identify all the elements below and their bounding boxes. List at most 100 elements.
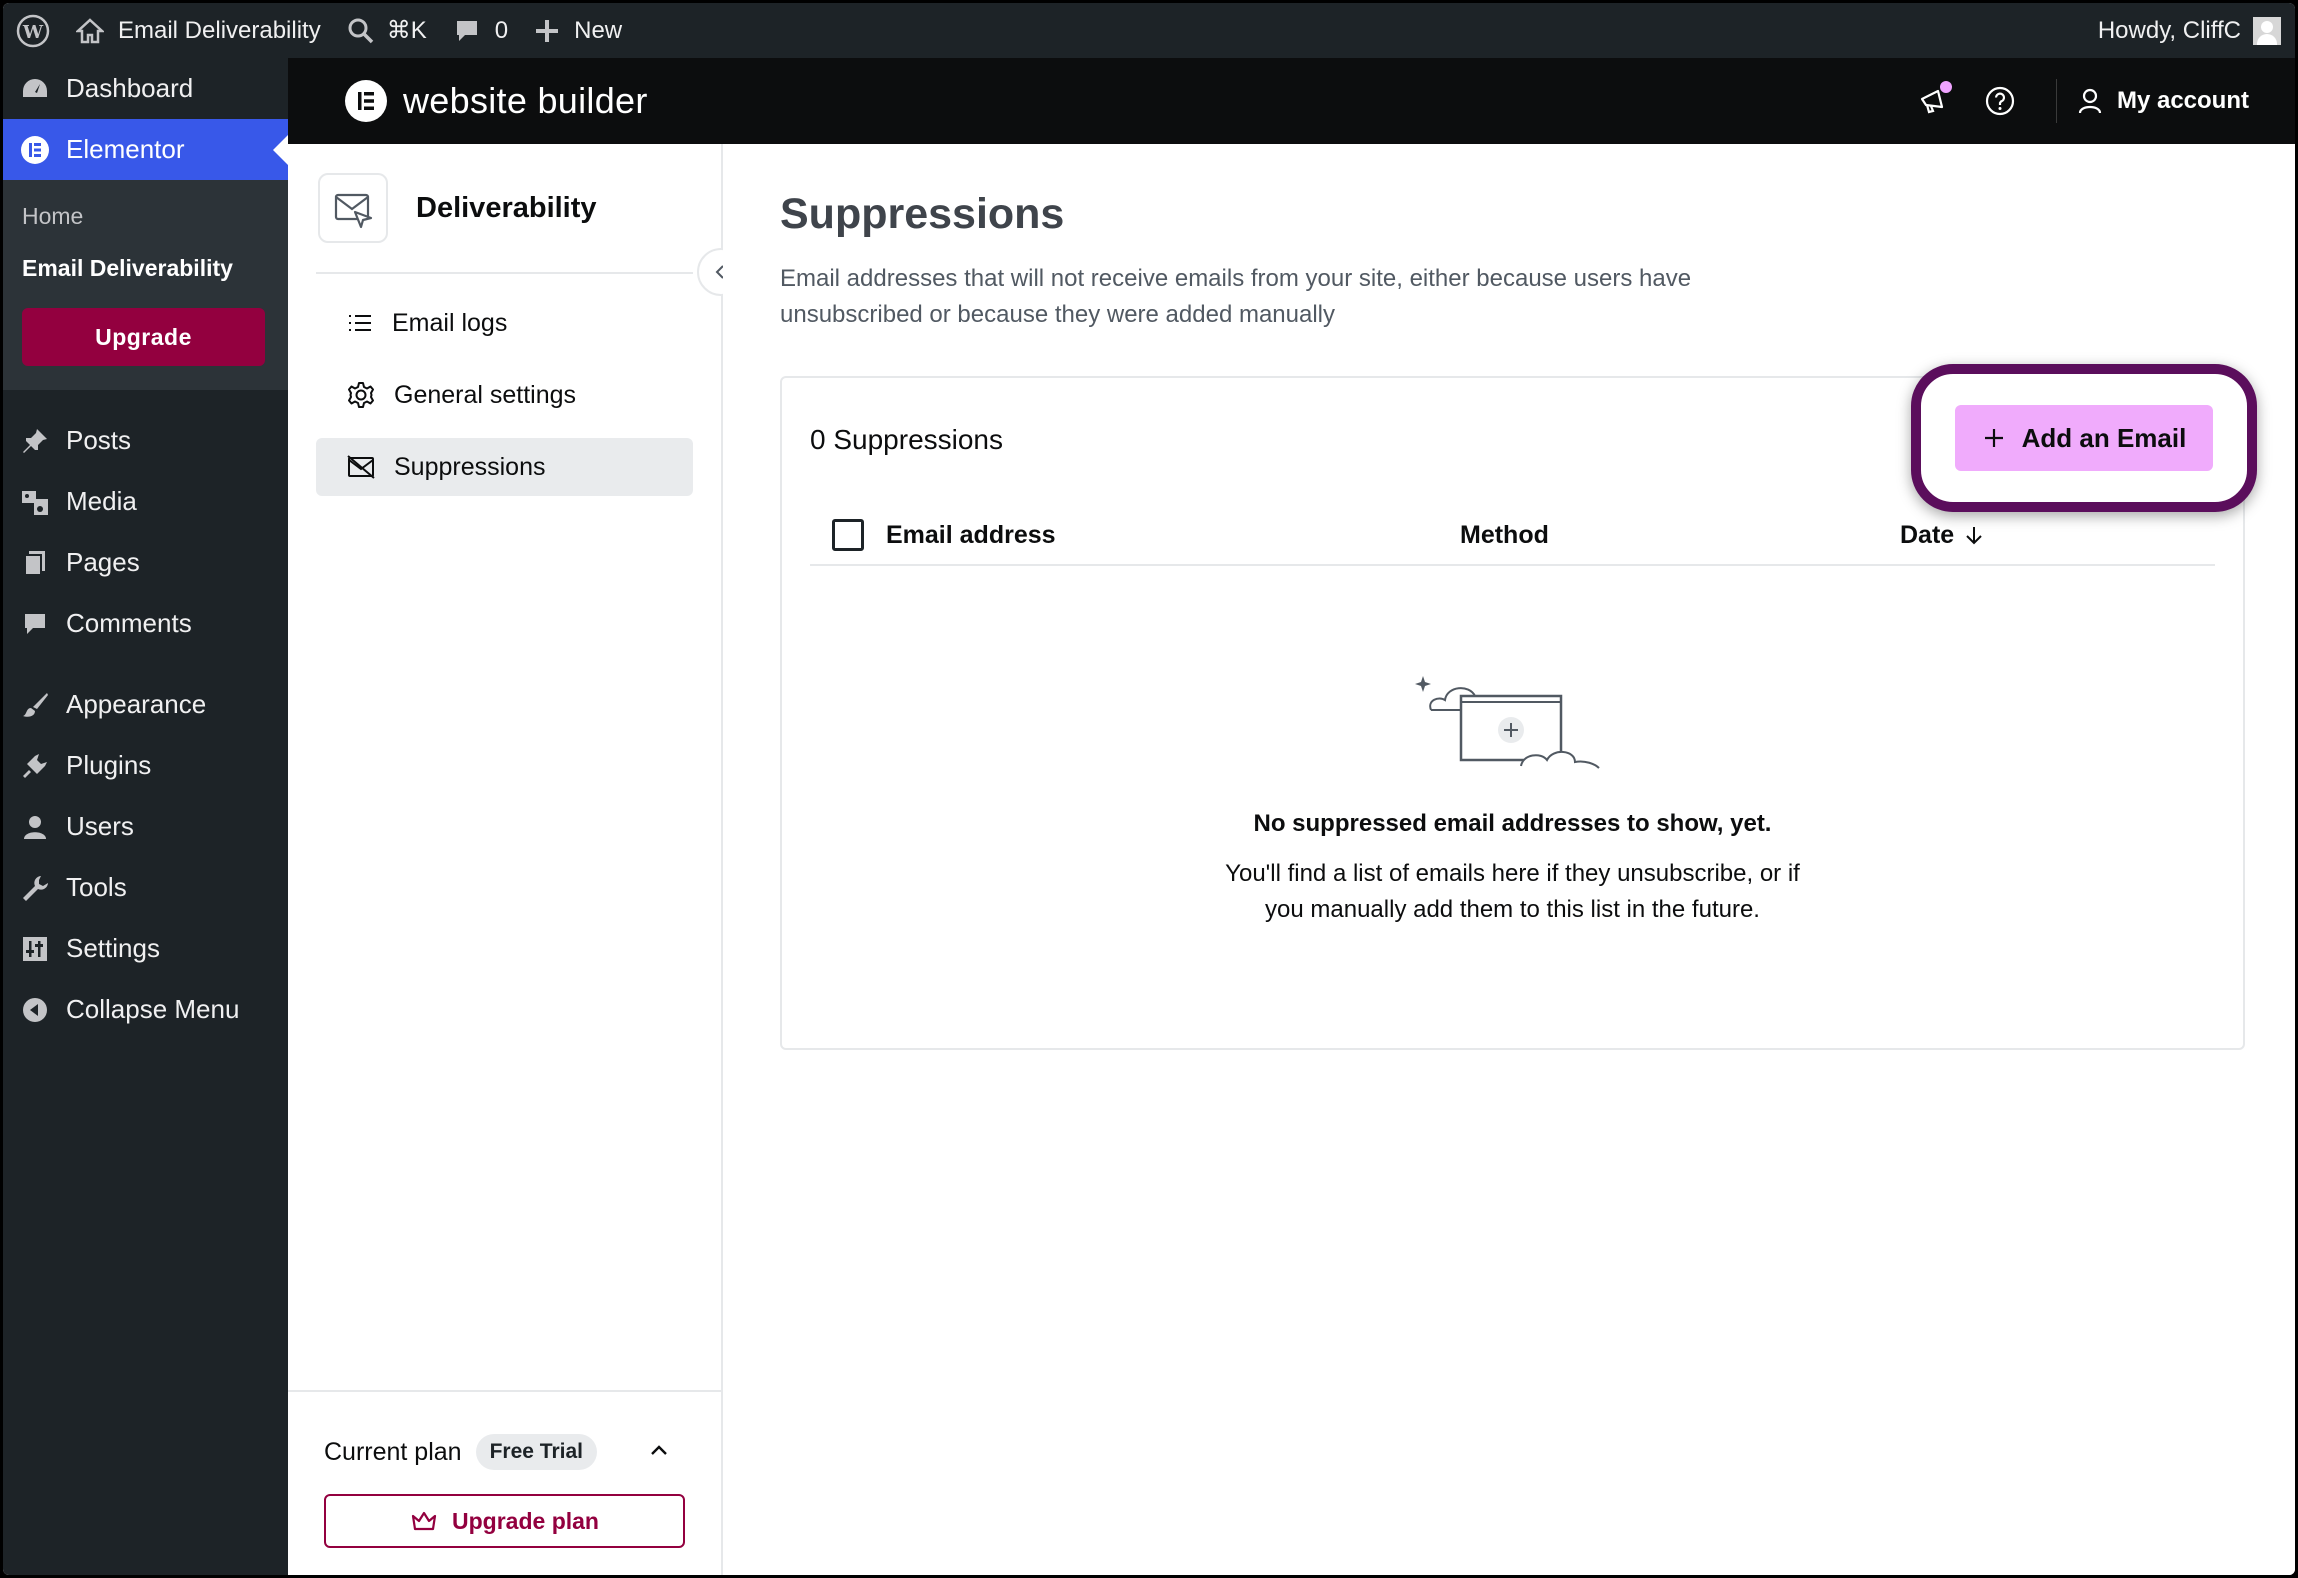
comments-count: 0 — [494, 16, 509, 44]
menu-collapse[interactable]: Collapse Menu — [3, 979, 288, 1040]
menu-elementor[interactable]: Elementor — [3, 119, 288, 180]
menu-label: Dashboard — [66, 73, 194, 103]
deliverability-panel: Deliverability Email logs General settin… — [288, 144, 745, 1575]
panel-title: Deliverability — [416, 191, 597, 224]
menu-dashboard[interactable]: Dashboard — [3, 58, 288, 119]
header-divider — [2055, 79, 2057, 123]
menu-label: Collapse Menu — [66, 994, 240, 1024]
app-title: website builder — [403, 80, 648, 121]
column-email-address[interactable]: Email address — [886, 521, 1056, 550]
app-frame: W Email Deliverability ⌘K 0 New Howdy, C… — [3, 3, 2295, 1575]
submenu-home[interactable]: Home — [3, 190, 288, 242]
upgrade-button[interactable]: Upgrade — [22, 308, 265, 366]
chevron-up-icon[interactable] — [649, 1443, 669, 1462]
mail-blocked-icon — [347, 455, 375, 479]
account-label: My account — [2116, 87, 2249, 114]
menu-label: Elementor — [66, 134, 185, 164]
nav-label: Suppressions — [394, 452, 546, 481]
collapse-icon — [18, 993, 52, 1027]
my-account-menu[interactable]: Howdy, CliffC — [2085, 3, 2295, 58]
menu-label: Media — [66, 486, 137, 516]
menu-plugins[interactable]: Plugins — [3, 735, 288, 796]
elementor-submenu: Home Email Deliverability Upgrade — [3, 180, 288, 390]
nav-suppressions[interactable]: Suppressions — [316, 438, 693, 496]
account-icon — [2078, 88, 2102, 114]
app-header: website builder My account — [288, 58, 2295, 144]
add-email-label: Add an Email — [2021, 422, 2187, 453]
column-date-label: Date — [1900, 520, 1955, 549]
menu-settings[interactable]: Settings — [3, 918, 288, 979]
nav-label: General settings — [394, 380, 577, 409]
menu-label: Settings — [66, 933, 160, 963]
comment-icon — [456, 20, 477, 41]
empty-state-text: You'll find a list of emails here if the… — [1225, 860, 1800, 923]
howdy-text: Howdy, CliffC — [2097, 16, 2241, 44]
comments-link[interactable]: 0 — [440, 3, 521, 58]
command-search[interactable]: ⌘K — [334, 3, 440, 58]
site-name-link[interactable]: Email Deliverability — [63, 3, 334, 58]
menu-label: Users — [66, 811, 134, 841]
menu-pages[interactable]: Pages — [3, 532, 288, 593]
arrow-down-icon — [1966, 527, 1982, 545]
comments-icon — [18, 607, 52, 641]
add-email-button[interactable]: Add an Email — [1955, 405, 2213, 471]
select-all-checkbox[interactable] — [832, 519, 864, 551]
crown-icon — [411, 1511, 437, 1531]
upgrade-plan-button[interactable]: Upgrade plan — [324, 1494, 685, 1548]
wordpress-logo-icon[interactable]: W — [3, 3, 63, 58]
home-icon — [76, 17, 104, 43]
notification-dot — [1939, 81, 1952, 93]
pin-icon — [18, 424, 52, 458]
admin-bar: W Email Deliverability ⌘K 0 New Howdy, C… — [3, 3, 2295, 58]
my-account-button[interactable]: My account — [2077, 87, 2249, 115]
menu-label: Comments — [66, 608, 192, 638]
site-name: Email Deliverability — [118, 16, 321, 44]
user-icon — [18, 810, 52, 844]
upgrade-plan-label: Upgrade plan — [452, 1507, 599, 1534]
elementor-logo-icon — [345, 80, 387, 122]
help-icon[interactable] — [1978, 79, 2022, 123]
menu-media[interactable]: Media — [3, 471, 288, 532]
nav-email-logs[interactable]: Email logs — [316, 294, 693, 352]
announcements-icon[interactable] — [1912, 79, 1956, 123]
menu-posts[interactable]: Posts — [3, 410, 288, 471]
pages-icon — [18, 546, 52, 580]
brush-icon — [18, 688, 52, 722]
new-content-link[interactable]: New — [521, 3, 635, 58]
plugin-icon — [18, 749, 52, 783]
table-header: Email address Method Date — [810, 506, 2215, 566]
highlight-callout: Add an Email — [1911, 364, 2257, 512]
menu-label: Plugins — [66, 750, 152, 780]
menu-tools[interactable]: Tools — [3, 857, 288, 918]
avatar — [2253, 16, 2281, 45]
empty-state-title: No suppressed email addresses to show, y… — [1253, 810, 1772, 837]
wrench-icon — [18, 871, 52, 905]
nav-general-settings[interactable]: General settings — [316, 366, 693, 424]
list-icon — [349, 315, 371, 331]
menu-label: Posts — [66, 425, 132, 455]
media-icon — [18, 485, 52, 519]
suppressions-count: 0 Suppressions — [810, 424, 1004, 455]
menu-users[interactable]: Users — [3, 796, 288, 857]
submenu-email-deliverability[interactable]: Email Deliverability — [3, 242, 288, 294]
search-shortcut: ⌘K — [386, 17, 427, 44]
admin-sidebar: Dashboard Elementor Home Email Deliverab… — [3, 58, 288, 1575]
column-method[interactable]: Method — [1460, 521, 1549, 550]
gear-icon — [348, 382, 374, 408]
menu-label: Pages — [66, 547, 140, 577]
menu-comments[interactable]: Comments — [3, 593, 288, 654]
plan-label: Current plan — [324, 1437, 462, 1466]
panel-nav: Email logs General settings Suppressions — [316, 294, 693, 496]
column-date[interactable]: Date — [1900, 521, 1986, 550]
empty-state: No suppressed email addresses to show, y… — [782, 670, 2243, 928]
deliverability-app-icon — [318, 173, 388, 243]
search-icon — [348, 18, 373, 43]
plus-icon — [1984, 429, 2003, 447]
current-plan-section: Current plan Free Trial Upgrade plan — [288, 1390, 721, 1575]
menu-appearance[interactable]: Appearance — [3, 674, 288, 735]
main-content: Suppressions Email addresses that will n… — [723, 144, 2295, 1575]
menu-label: Tools — [66, 872, 127, 902]
dashboard-icon — [18, 72, 52, 106]
suppressions-card: 0 Suppressions Add an Email Email addres… — [780, 364, 2257, 1050]
elementor-icon — [18, 133, 52, 167]
